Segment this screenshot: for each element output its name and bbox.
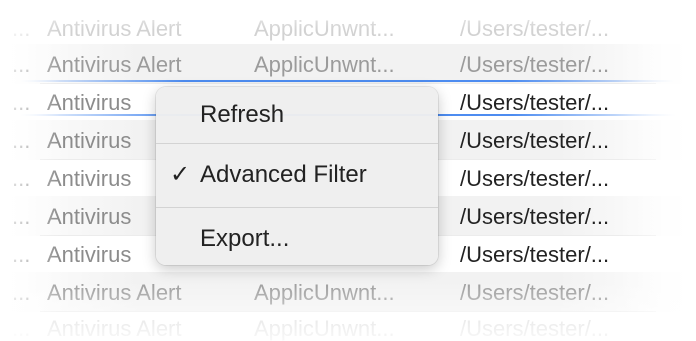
row-path-cell: /Users/tester/... — [460, 204, 610, 229]
table-row[interactable]: ... Antivirus Alert ApplicUnwnt... /User… — [0, 44, 696, 84]
row-path-cell: /Users/tester/... — [460, 128, 610, 153]
row-lead-cell: ... — [12, 242, 31, 267]
menu-item-advanced-filter[interactable]: ✓ Advanced Filter — [156, 153, 438, 197]
menu-separator — [156, 207, 438, 208]
context-menu: Refresh ✓ Advanced Filter Export... — [156, 87, 438, 265]
row-name-cell: ApplicUnwnt... — [254, 280, 395, 305]
row-type-cell: Antivirus Alert — [47, 52, 182, 77]
row-type-cell: Antivirus — [47, 242, 132, 267]
table-row[interactable]: ... Antivirus Alert ApplicUnwnt... /User… — [0, 272, 696, 312]
menu-item-label: Advanced Filter — [200, 161, 367, 188]
row-path-cell: /Users/tester/... — [460, 16, 610, 41]
row-type-cell: Antivirus Alert — [47, 280, 182, 305]
row-type-cell: Antivirus — [47, 128, 132, 153]
menu-separator — [156, 143, 438, 144]
row-name-cell: ApplicUnwnt... — [254, 316, 395, 341]
row-lead-cell: ... — [12, 280, 31, 305]
row-path-cell: /Users/tester/... — [460, 166, 610, 191]
menu-item-label: Refresh — [200, 101, 285, 128]
row-lead-cell: ... — [12, 204, 31, 229]
menu-item-export[interactable]: Export... — [156, 217, 438, 261]
row-path-cell: /Users/tester/... — [460, 316, 610, 341]
row-lead-cell: ... — [12, 52, 31, 77]
row-lead-cell: ... — [12, 16, 31, 41]
row-lead-cell: ... — [12, 128, 31, 153]
row-path-cell: /Users/tester/... — [460, 280, 610, 305]
row-type-cell: Antivirus — [47, 204, 132, 229]
table-row[interactable]: ... Antivirus Alert ApplicUnwnt... /User… — [0, 308, 696, 341]
table-row[interactable]: ... Antivirus Alert ApplicUnwnt... /User… — [0, 8, 696, 48]
row-type-cell: Antivirus Alert — [47, 16, 182, 41]
row-path-cell: /Users/tester/... — [460, 242, 610, 267]
menu-item-label: Export... — [200, 225, 290, 252]
menu-item-refresh[interactable]: Refresh — [156, 93, 438, 137]
row-type-cell: Antivirus Alert — [47, 316, 182, 341]
row-name-cell: ApplicUnwnt... — [254, 52, 395, 77]
row-name-cell: ApplicUnwnt... — [254, 16, 395, 41]
checkmark-icon: ✓ — [169, 161, 191, 188]
screenshot-stage: ... Antivirus Alert ApplicUnwnt... /User… — [0, 0, 696, 341]
row-lead-cell: ... — [12, 316, 31, 341]
row-path-cell: /Users/tester/... — [460, 52, 610, 77]
row-lead-cell: ... — [12, 166, 31, 191]
row-type-cell: Antivirus — [47, 166, 132, 191]
